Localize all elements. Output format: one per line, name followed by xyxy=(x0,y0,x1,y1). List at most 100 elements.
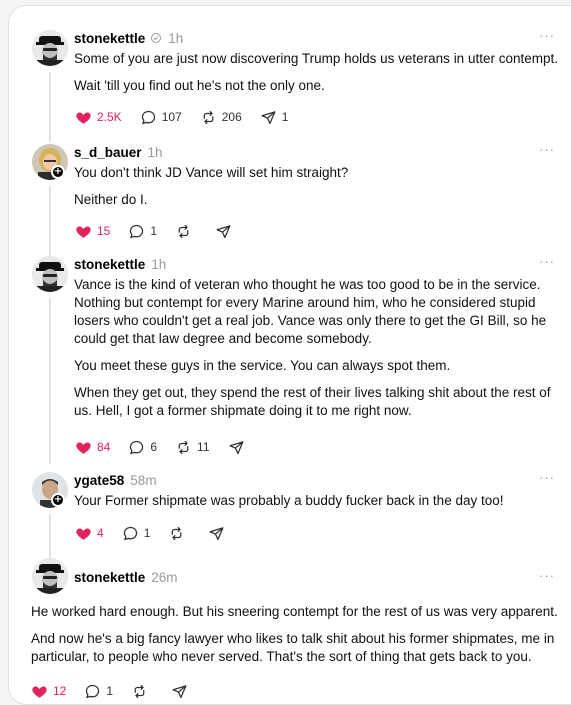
send-icon xyxy=(208,525,225,542)
send-icon xyxy=(228,439,245,456)
send-icon xyxy=(260,109,277,126)
heart-icon xyxy=(75,525,92,542)
repost-button[interactable]: 206 xyxy=(200,109,242,126)
repost-button[interactable] xyxy=(175,223,197,240)
more-options-button[interactable]: ··· xyxy=(539,142,555,157)
share-button[interactable] xyxy=(228,439,250,456)
post-paragraph: Wait 'till you find out he's not the onl… xyxy=(74,78,325,93)
post-paragraph: Neither do I. xyxy=(74,192,148,207)
post-actions: 2.5K 107 206 1 xyxy=(75,108,306,126)
post-text: Some of you are just now discovering Tru… xyxy=(74,50,564,95)
post-paragraph: When they get out, they spend the rest o… xyxy=(74,385,551,418)
reply-button[interactable]: 6 xyxy=(128,439,157,456)
like-button[interactable]: 15 xyxy=(75,223,110,240)
comment-icon xyxy=(84,683,101,700)
reply-button[interactable]: 1 xyxy=(128,223,157,240)
more-options-button[interactable]: ··· xyxy=(539,28,555,43)
repost-button[interactable] xyxy=(168,525,190,542)
username[interactable]: s_d_bauer xyxy=(74,145,142,160)
share-count: 1 xyxy=(281,110,289,124)
more-options-button[interactable]: ··· xyxy=(539,254,555,269)
post-paragraph: Vance is the kind of veteran who thought… xyxy=(74,277,547,346)
more-options-button[interactable]: ··· xyxy=(539,470,555,485)
like-count: 84 xyxy=(97,440,111,454)
like-count: 4 xyxy=(97,526,104,540)
comment-icon xyxy=(128,223,145,240)
post-header: stonekettle 1h xyxy=(74,30,183,48)
reply-button[interactable]: 107 xyxy=(140,109,182,126)
post-text: Your Former shipmate was probably a budd… xyxy=(74,492,564,510)
send-icon xyxy=(171,683,188,700)
thread-line xyxy=(49,514,51,558)
avatar[interactable] xyxy=(32,256,68,292)
like-button[interactable]: 2.5K xyxy=(75,109,122,126)
post-actions: 84 6 11 xyxy=(75,438,268,456)
avatar[interactable] xyxy=(32,558,68,594)
like-button[interactable]: 84 xyxy=(75,439,110,456)
timestamp[interactable]: 58m xyxy=(130,473,156,488)
share-button[interactable] xyxy=(208,525,230,542)
post-paragraph: Your Former shipmate was probably a budd… xyxy=(74,493,504,508)
post-header: ygate58 58m xyxy=(74,472,157,490)
share-button[interactable] xyxy=(171,683,193,700)
timestamp[interactable]: 1h xyxy=(168,31,183,46)
heart-icon xyxy=(31,683,48,700)
post-header: stonekettle 1h xyxy=(74,256,166,274)
like-count: 15 xyxy=(97,224,111,238)
share-button[interactable] xyxy=(215,223,237,240)
repost-button[interactable] xyxy=(131,683,153,700)
more-options-button[interactable]: ··· xyxy=(539,568,555,583)
reply-count: 107 xyxy=(161,110,182,124)
heart-icon xyxy=(75,439,92,456)
reply-count: 6 xyxy=(150,440,158,454)
username[interactable]: ygate58 xyxy=(74,473,124,488)
post-text: He worked hard enough. But his sneering … xyxy=(31,603,571,666)
like-button[interactable]: 4 xyxy=(75,525,104,542)
comment-icon xyxy=(122,525,139,542)
reply-count: 1 xyxy=(106,684,114,698)
follow-plus-icon[interactable]: + xyxy=(51,493,65,507)
timestamp[interactable]: 1h xyxy=(151,257,166,272)
post-actions: 4 1 xyxy=(75,524,248,542)
like-count: 2.5K xyxy=(97,110,122,124)
repost-icon xyxy=(200,109,217,126)
username[interactable]: stonekettle xyxy=(74,570,145,585)
post-paragraph: You don't think JD Vance will set him st… xyxy=(74,165,349,180)
thread-line xyxy=(49,298,51,464)
post-header: s_d_bauer 1h xyxy=(74,144,163,162)
post-text: Vance is the kind of veteran who thought… xyxy=(74,276,564,420)
like-count: 12 xyxy=(53,684,67,698)
verified-icon xyxy=(150,32,162,44)
repost-button[interactable]: 11 xyxy=(175,439,210,456)
thread-line xyxy=(49,186,51,256)
repost-icon xyxy=(168,525,185,542)
heart-icon xyxy=(75,109,92,126)
avatar[interactable] xyxy=(32,30,68,66)
comment-icon xyxy=(128,439,145,456)
send-icon xyxy=(215,223,232,240)
share-button[interactable]: 1 xyxy=(260,109,289,126)
reply-count: 1 xyxy=(143,526,151,540)
repost-count: 206 xyxy=(221,110,242,124)
thread-card: stonekettle 1h ··· Some of you are just n… xyxy=(8,5,571,705)
comment-icon xyxy=(140,109,157,126)
post-paragraph: He worked hard enough. But his sneering … xyxy=(31,604,558,619)
follow-plus-icon[interactable]: + xyxy=(51,165,65,179)
reply-button[interactable]: 1 xyxy=(84,683,113,700)
post-actions: 12 1 xyxy=(31,682,211,700)
reply-button[interactable]: 1 xyxy=(122,525,151,542)
post-actions: 15 1 xyxy=(75,222,255,240)
reply-count: 1 xyxy=(150,224,158,238)
username[interactable]: stonekettle xyxy=(74,257,145,272)
username[interactable]: stonekettle xyxy=(74,31,145,46)
like-button[interactable]: 12 xyxy=(31,683,66,700)
timestamp[interactable]: 26m xyxy=(151,570,177,585)
repost-icon xyxy=(131,683,148,700)
timestamp[interactable]: 1h xyxy=(148,145,163,160)
repost-icon xyxy=(175,439,192,456)
heart-icon xyxy=(75,223,92,240)
thread-line xyxy=(49,72,51,142)
repost-icon xyxy=(175,223,192,240)
post-header: stonekettle 26m xyxy=(74,569,178,587)
post-paragraph: Some of you are just now discovering Tru… xyxy=(74,51,558,66)
